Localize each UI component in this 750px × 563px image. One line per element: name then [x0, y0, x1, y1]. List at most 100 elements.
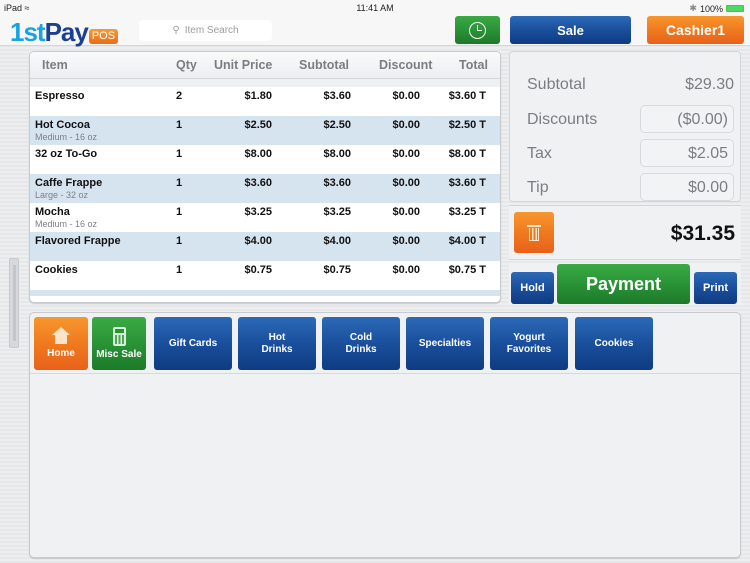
totals-panel: Subtotal $29.30 Discounts ($0.00) Tax $2… [509, 51, 741, 202]
row-total: $2.50 T [448, 119, 486, 131]
order-row[interactable]: Cookies 1 $0.75 $0.75 $0.00 $0.75 T [30, 261, 500, 290]
column-header-unit-price: Unit Price [214, 58, 273, 72]
home-button[interactable]: Home [34, 317, 88, 370]
category-button-specialties[interactable]: Specialties [406, 317, 484, 370]
row-unit-price: $8.00 [244, 148, 272, 160]
row-subtotal: $8.00 [323, 148, 351, 160]
battery-percent: 100% [699, 3, 723, 14]
category-panel: Home Misc Sale Gift Cards Hot Drinks Cold … [29, 312, 741, 558]
status-bar: iPad ≈ 11:41 AM ✱ 100% [0, 0, 750, 16]
tip-field[interactable]: $0.00 [640, 173, 734, 201]
calculator-icon [112, 326, 126, 346]
row-discount: $0.00 [392, 90, 420, 102]
time-clock-button[interactable] [455, 16, 500, 44]
row-subtotal: $4.00 [323, 235, 351, 247]
order-row[interactable]: Flavored Frappe 1 $4.00 $4.00 $0.00 $4.00 T [30, 232, 500, 261]
search-icon: ⚲ [172, 25, 180, 36]
column-header-subtotal: Subtotal [299, 58, 349, 72]
row-unit-price: $3.60 [244, 177, 272, 189]
row-qty: 1 [176, 148, 183, 160]
row-item-name: Hot Cocoa [35, 119, 90, 131]
row-item-name: Flavored Frappe [35, 235, 121, 247]
row-qty: 2 [176, 90, 183, 102]
order-row[interactable]: Caffe Frappe 1 $3.60 $3.60 $0.00 $3.60 T Large… [30, 174, 500, 203]
tax-field[interactable]: $2.05 [640, 139, 734, 167]
row-modifier: Medium - 16 oz [35, 219, 98, 229]
row-item-name: Mocha [35, 206, 70, 218]
category-bar: Home Misc Sale Gift Cards Hot Drinks Cold … [30, 313, 740, 374]
logo-pos-badge: POS [88, 29, 119, 44]
row-total: $0.75 T [448, 264, 486, 276]
row-subtotal: $0.75 [323, 264, 351, 276]
row-item-name: 32 oz To-Go [35, 148, 98, 160]
order-table: Item Qty Unit Price Subtotal Discount To… [29, 51, 501, 303]
row-unit-price: $0.75 [244, 264, 272, 276]
row-discount: $0.00 [392, 177, 420, 189]
hold-button[interactable]: Hold [511, 272, 554, 304]
row-item-name: Cookies [35, 264, 78, 276]
row-subtotal: $3.60 [323, 177, 351, 189]
tax-label: Tax [527, 145, 552, 162]
row-item-name: Espresso [35, 90, 85, 102]
payment-button[interactable]: Payment [557, 264, 690, 304]
column-header-item: Item [42, 58, 68, 72]
row-discount: $0.00 [392, 119, 420, 131]
row-discount: $0.00 [392, 264, 420, 276]
row-unit-price: $4.00 [244, 235, 272, 247]
search-placeholder: Item Search [184, 25, 239, 36]
grand-total-value: $31.35 [670, 222, 735, 245]
cashier-button[interactable]: Cashier1 [647, 16, 744, 44]
home-icon [51, 327, 71, 345]
trash-icon [527, 224, 541, 241]
category-button-cold-drinks[interactable]: Cold Drinks [322, 317, 400, 370]
print-button[interactable]: Print [694, 272, 737, 304]
misc-sale-button[interactable]: Misc Sale [92, 317, 146, 370]
row-modifier: Medium - 16 oz [35, 132, 98, 142]
order-row[interactable]: Espresso 2 $1.80 $3.60 $0.00 $3.60 T [30, 87, 500, 116]
category-button-gift-cards[interactable]: Gift Cards [154, 317, 232, 370]
row-subtotal: $2.50 [323, 119, 351, 131]
battery-icon [726, 5, 744, 12]
app-logo: 1st Pay POS [10, 16, 119, 46]
column-header-total: Total [459, 58, 488, 72]
item-search-input[interactable]: ⚲ Item Search [139, 20, 272, 41]
discounts-label: Discounts [527, 111, 598, 128]
category-button-yogurt-favorites[interactable]: Yogurt Favorites [490, 317, 568, 370]
column-header-qty: Qty [176, 58, 197, 72]
category-button-cookies[interactable]: Cookies [575, 317, 653, 370]
row-total: $3.60 T [448, 177, 486, 189]
sale-button[interactable]: Sale [510, 16, 631, 44]
row-discount: $0.00 [392, 148, 420, 160]
discounts-field[interactable]: ($0.00) [640, 105, 734, 133]
row-item-name: Caffe Frappe [35, 177, 103, 189]
row-modifier: Large - 32 oz [35, 190, 89, 200]
bluetooth-icon: ✱ [689, 3, 697, 13]
row-qty: 1 [176, 119, 183, 131]
category-button-hot-drinks[interactable]: Hot Drinks [238, 317, 316, 370]
row-subtotal: $3.60 [323, 90, 351, 102]
order-table-header: Item Qty Unit Price Subtotal Discount To… [30, 52, 500, 79]
tax-line: Tax $2.05 [527, 139, 734, 167]
row-total: $3.25 T [448, 206, 486, 218]
order-row[interactable]: Hot Cocoa 1 $2.50 $2.50 $0.00 $2.50 T Medium -… [30, 116, 500, 145]
column-header-discount: Discount [379, 58, 433, 72]
tip-label: Tip [527, 179, 549, 196]
subtotal-label: Subtotal [527, 76, 586, 93]
status-time: 11:41 AM [356, 3, 394, 13]
row-discount: $0.00 [392, 235, 420, 247]
order-row[interactable]: 32 oz To-Go 1 $8.00 $8.00 $0.00 $8.00 T [30, 145, 500, 174]
row-unit-price: $3.25 [244, 206, 272, 218]
row-unit-price: $2.50 [244, 119, 272, 131]
row-qty: 1 [176, 206, 183, 218]
row-discount: $0.00 [392, 206, 420, 218]
side-drawer-handle[interactable] [9, 258, 19, 348]
order-row[interactable]: Mocha 1 $3.25 $3.25 $0.00 $3.25 T Medium - 16 … [30, 203, 500, 232]
grand-total-panel: $31.35 [509, 205, 741, 260]
row-unit-price: $1.80 [244, 90, 272, 102]
order-rows: Espresso 2 $1.80 $3.60 $0.00 $3.60 T Hot Cocoa… [30, 87, 500, 290]
discounts-line: Discounts ($0.00) [527, 105, 734, 133]
tip-line: Tip $0.00 [527, 173, 734, 201]
clear-order-button[interactable] [514, 212, 554, 253]
top-bar: 1st Pay POS ⚲ Item Search Sale Cashier1 [0, 16, 750, 46]
row-qty: 1 [176, 264, 183, 276]
